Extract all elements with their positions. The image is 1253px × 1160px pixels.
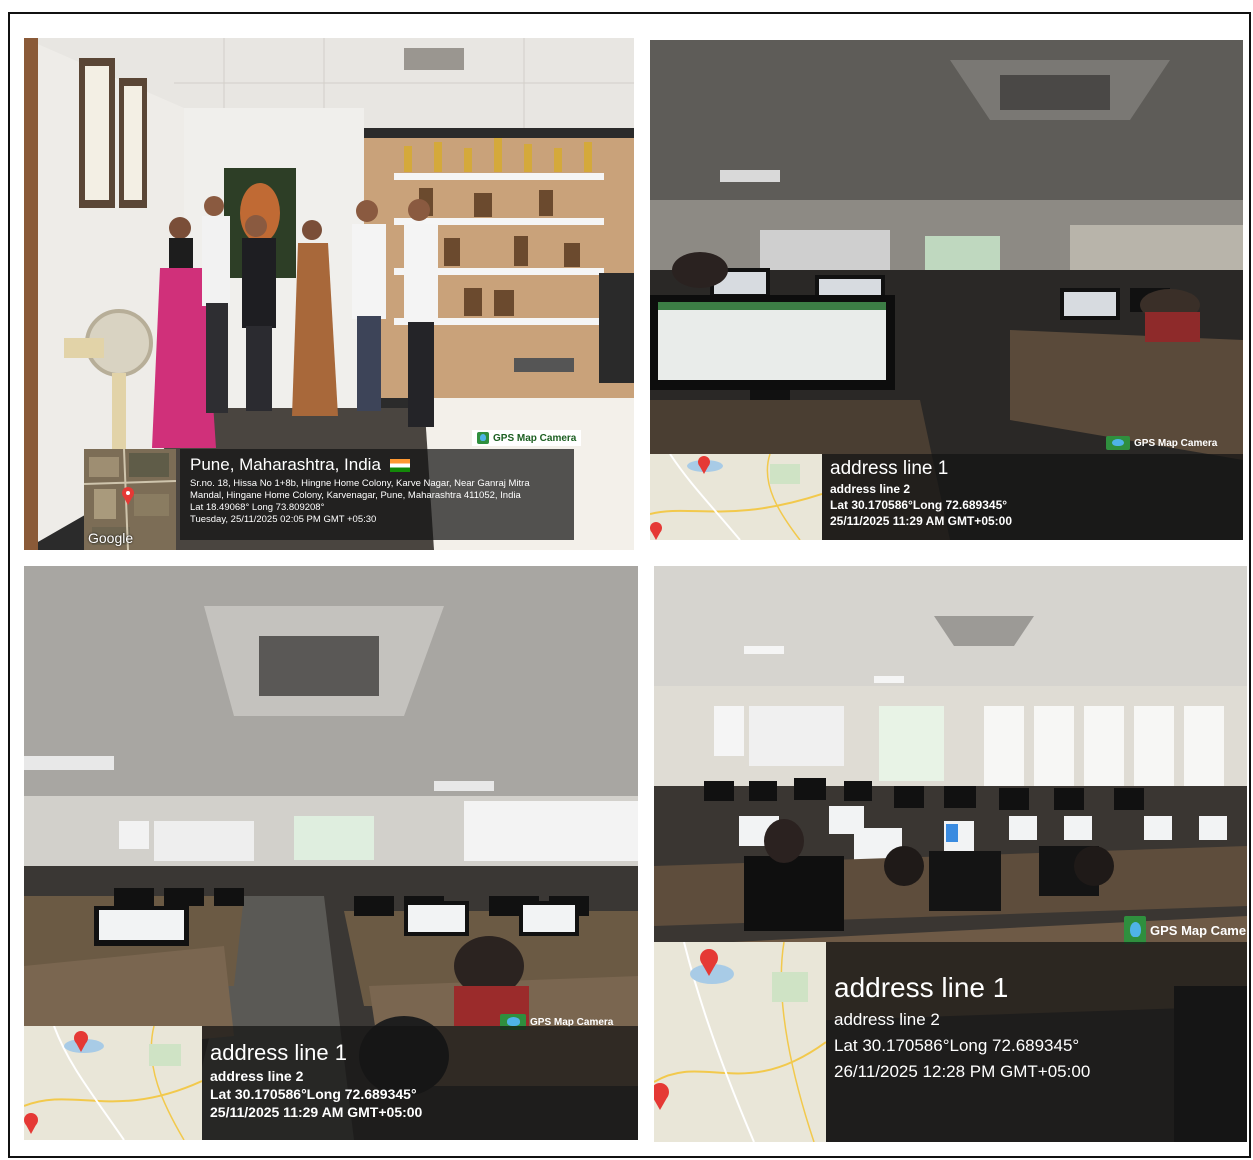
location-info-box: Pune, Maharashtra, India Sr.no. 18, Hiss… [180,449,574,540]
address-line-2: address line 2 [834,1010,940,1029]
address-line-1: address line 1 [830,458,949,479]
india-flag-icon [389,459,410,473]
location-address: Sr.no. 18, Hissa No 1+8b, Hingne Home Co… [190,478,530,501]
gps-map-camera-badge: GPS Map Camera [472,430,582,446]
location-info-box: address line 1 address line 2 Lat 30.170… [826,942,1247,1142]
gps-badge-label: GPS Map Camera [493,432,577,444]
location-timestamp: 25/11/2025 11:29 AM GMT+05:00 [210,1104,423,1120]
satellite-map-thumbnail: Google [84,449,176,550]
location-title: Pune, Maharashtra, India [190,455,564,475]
location-coords: Lat 30.170586°Long 72.689345° [210,1086,417,1102]
road-map-thumbnail [654,942,826,1142]
gps-badge-label: GPS Map Camera [1150,922,1247,938]
road-map-thumbnail [650,454,822,540]
address-line-2: address line 2 [830,482,911,496]
photo-computer-lab-3: GPS Map Camera address l [654,566,1247,1142]
location-timestamp: Tuesday, 25/11/2025 02:05 PM GMT +05:30 [190,514,377,525]
location-coords: Lat 30.170586°Long 72.689345° [830,498,1008,512]
photo-office-group: GPS Map Camera Google Pune, Maharashtra,… [24,38,634,550]
location-timestamp: 26/11/2025 12:28 PM GMT+05:00 [834,1062,1091,1081]
address-line-2: address line 2 [210,1068,304,1084]
google-map-label: Google [88,530,134,546]
location-coords: Lat 18.49068° Long 73.809208° [190,502,325,513]
photo-computer-lab-1: GPS Map Camera address line 1 address li… [650,40,1243,540]
photo-computer-lab-2: GPS Map Camera address line 1 address li… [24,566,638,1140]
gps-map-camera-badge: GPS Map Camera [1106,436,1217,450]
gps-map-camera-icon [1106,436,1130,450]
address-line-1: address line 1 [834,972,1009,1003]
location-timestamp: 25/11/2025 11:29 AM GMT+05:00 [830,514,1013,528]
location-info-box: address line 1 address line 2 Lat 30.170… [822,454,1243,540]
gps-map-camera-icon [1124,916,1146,944]
location-info-box: address line 1 address line 2 Lat 30.170… [202,1026,638,1140]
road-map-thumbnail [24,1026,202,1140]
collage-frame: GPS Map Camera Google Pune, Maharashtra,… [8,12,1251,1158]
gps-badge-label: GPS Map Camera [1134,437,1218,449]
gps-map-camera-badge: GPS Map Camera [1124,916,1247,944]
gps-map-camera-icon [477,432,489,444]
address-line-1: address line 1 [210,1040,347,1065]
location-coords: Lat 30.170586°Long 72.689345° [834,1036,1080,1055]
